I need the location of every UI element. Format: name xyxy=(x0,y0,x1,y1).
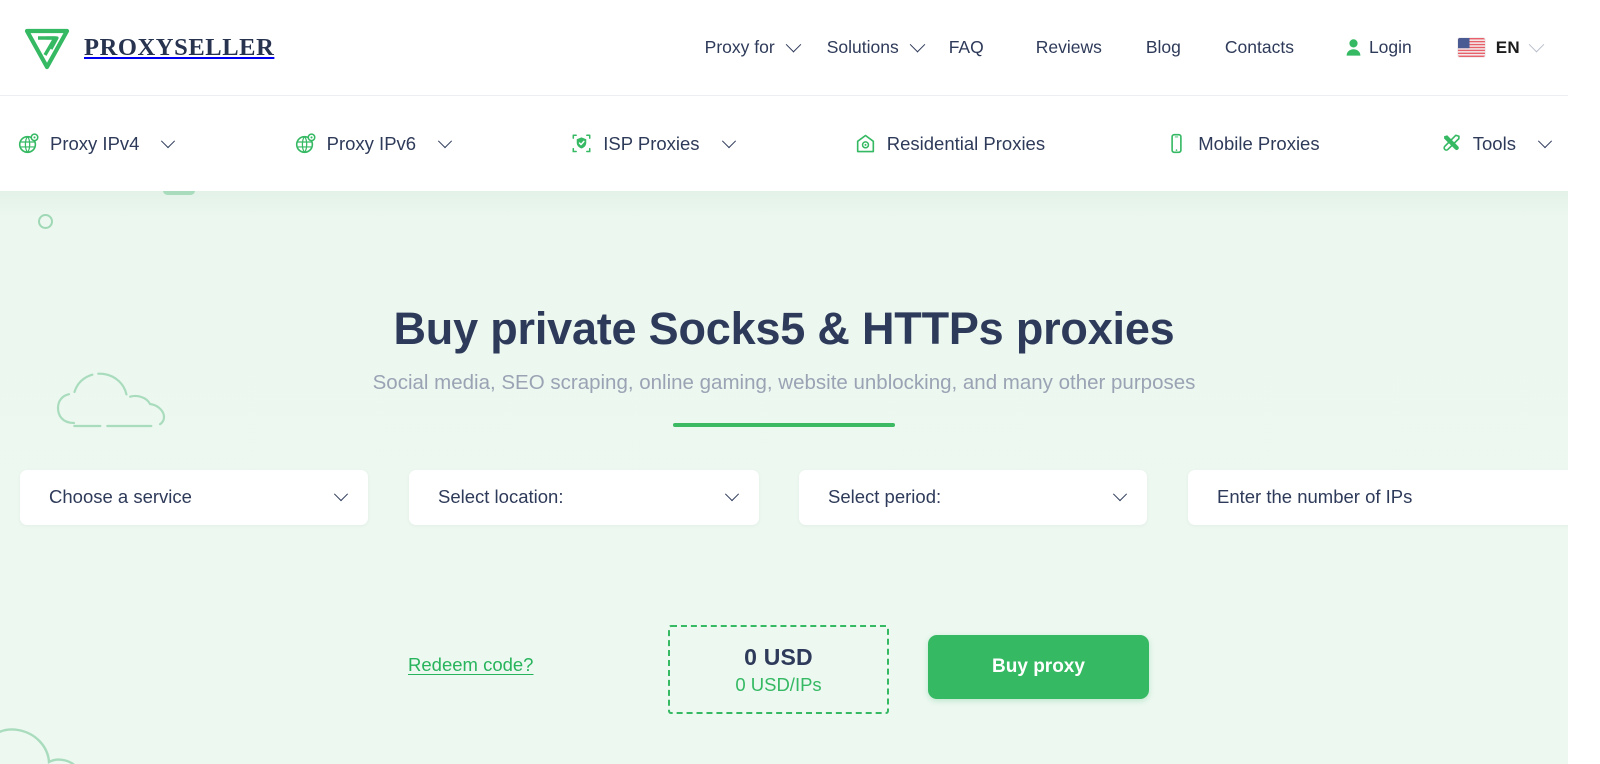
house-icon xyxy=(856,134,874,153)
location-select[interactable]: Select location: xyxy=(409,469,759,525)
chevron-down-icon xyxy=(909,36,925,53)
cat-label-proxy-ipv4: Proxy IPv4 xyxy=(50,132,140,154)
primary-navigation: Proxy for Solutions FAQ Reviews Blog Con… xyxy=(705,0,1568,95)
tools-icon xyxy=(1443,134,1460,151)
cat-label-tools: Tools xyxy=(1472,132,1516,154)
hero-subtitle: Social media, SEO scraping, online gamin… xyxy=(372,371,1196,395)
nav-link-solutions[interactable]: Solutions xyxy=(826,36,925,57)
nav-link-reviews[interactable]: Reviews xyxy=(1036,38,1102,57)
cat-item-proxy-ipv4[interactable]: Proxy IPv4 xyxy=(18,132,176,155)
user-icon xyxy=(1346,39,1361,56)
cat-label-mobile-proxies: Mobile Proxies xyxy=(1198,132,1320,154)
redeem-code-link[interactable]: Redeem code? xyxy=(408,654,533,676)
chevron-down-icon xyxy=(1537,133,1553,148)
logo-text: PROXYSELLER xyxy=(84,33,275,61)
location-select-label: Select location: xyxy=(438,486,564,507)
ip-count-placeholder: Enter the number of IPs xyxy=(1217,486,1413,507)
site-logo[interactable]: PROXYSELLER xyxy=(24,25,274,71)
hero-divider xyxy=(673,423,895,428)
chevron-down-icon xyxy=(161,133,176,148)
period-select[interactable]: Select period: xyxy=(799,469,1147,525)
cat-item-proxy-ipv6[interactable]: Proxy IPv6 xyxy=(295,132,453,155)
category-navigation: Proxy IPv4 Proxy IPv6 ISP Proxies Reside… xyxy=(0,96,1568,191)
nav-item-proxy-for[interactable]: Proxy for xyxy=(704,36,801,57)
period-select-label: Select period: xyxy=(828,486,942,507)
cat-item-tools[interactable]: Tools xyxy=(1441,132,1553,155)
chevron-down-icon xyxy=(721,133,736,148)
page-root: PROXYSELLER Proxy for Solutions FAQ Revi… xyxy=(0,0,1600,764)
nav-link-blog[interactable]: Blog xyxy=(1146,38,1181,57)
service-select[interactable]: Choose a service xyxy=(20,469,368,525)
price-summary: 0 USD 0 USD/IPs xyxy=(668,625,889,714)
hero-section: Buy private Socks5 & HTTPs proxies Socia… xyxy=(0,191,1568,764)
price-total: 0 USD xyxy=(744,643,813,670)
page-title: Buy private Socks5 & HTTPs proxies xyxy=(393,303,1175,354)
nav-label-proxy-for: Proxy for xyxy=(704,36,775,57)
cat-label-proxy-ipv6: Proxy IPv6 xyxy=(326,132,417,154)
cat-item-isp-proxies[interactable]: ISP Proxies xyxy=(571,132,736,155)
language-switcher[interactable]: EN xyxy=(1457,36,1545,58)
nav-item-solutions[interactable]: Solutions xyxy=(826,36,925,57)
globe-pin-icon xyxy=(18,133,39,154)
buy-proxy-button[interactable]: Buy proxy xyxy=(928,635,1149,699)
cat-item-residential-proxies[interactable]: Residential Proxies xyxy=(855,133,1045,155)
cat-label-residential-proxies: Residential Proxies xyxy=(886,132,1046,154)
ip-count-input[interactable]: Enter the number of IPs xyxy=(1188,469,1568,525)
login-button[interactable]: Login xyxy=(1346,37,1412,58)
vertical-scrollbar[interactable] xyxy=(1568,0,1600,764)
mobile-phone-icon xyxy=(1171,133,1182,154)
chevron-down-icon xyxy=(724,487,740,502)
chevron-down-icon xyxy=(1112,487,1128,502)
site-header: PROXYSELLER Proxy for Solutions FAQ Revi… xyxy=(0,0,1568,96)
chevron-down-icon xyxy=(438,133,453,148)
cat-item-mobile-proxies[interactable]: Mobile Proxies xyxy=(1166,132,1320,155)
price-per-ip: 0 USD/IPs xyxy=(735,673,822,695)
language-code: EN xyxy=(1495,37,1520,57)
nav-link-proxy-for[interactable]: Proxy for xyxy=(704,36,801,57)
checkout-row: Redeem code? 0 USD 0 USD/IPs Buy proxy xyxy=(0,625,1568,715)
nav-label-solutions: Solutions xyxy=(826,36,899,57)
hero-content: Buy private Socks5 & HTTPs proxies Socia… xyxy=(0,191,1568,428)
chevron-down-icon xyxy=(333,487,349,502)
cat-label-isp-proxies: ISP Proxies xyxy=(603,132,700,154)
nav-link-faq[interactable]: FAQ xyxy=(949,38,984,57)
nav-link-contacts[interactable]: Contacts xyxy=(1225,38,1294,57)
login-label: Login xyxy=(1368,37,1412,57)
monitor-shield-icon xyxy=(572,134,591,153)
chevron-down-icon xyxy=(785,36,801,53)
browser-viewport: PROXYSELLER Proxy for Solutions FAQ Revi… xyxy=(0,0,1568,764)
us-flag-icon xyxy=(1457,38,1485,57)
proxyseller-triangle-logo-icon xyxy=(24,28,70,69)
chevron-down-icon xyxy=(1528,36,1545,53)
service-select-label: Choose a service xyxy=(49,486,192,507)
globe-pin-icon xyxy=(295,133,316,154)
